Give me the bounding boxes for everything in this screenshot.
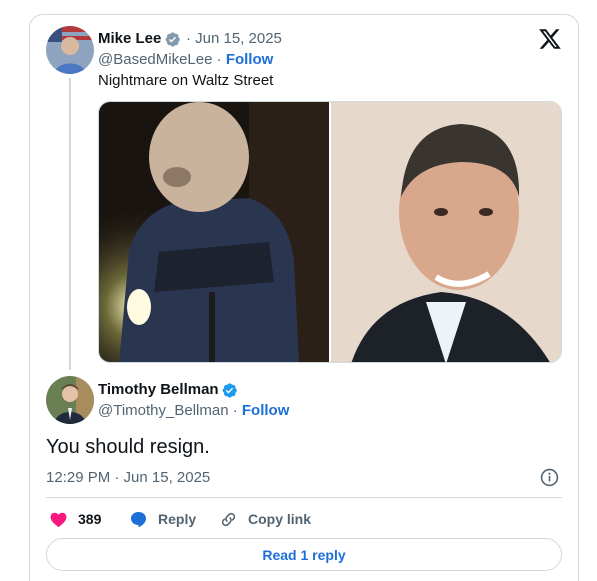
copy-link-label: Copy link (248, 511, 312, 527)
quoted-author-name[interactable]: Mike Lee (98, 30, 161, 47)
reply-follow-button[interactable]: Follow (242, 402, 290, 419)
quoted-separator: · (212, 51, 226, 68)
like-button[interactable]: 389 (49, 509, 101, 529)
avatar-mike-lee[interactable] (46, 26, 94, 74)
thread-connector-line (69, 78, 71, 370)
verified-badge-icon (222, 383, 237, 398)
reply-separator: · (228, 402, 242, 419)
read-replies-button[interactable]: Read 1 reply (46, 538, 562, 571)
x-logo-icon[interactable] (538, 27, 562, 51)
quoted-handle-line: @BasedMikeLee · Follow (98, 51, 273, 68)
reply-handle[interactable]: @Timothy_Bellman (98, 402, 229, 419)
reply-tweet-text: You should resign. (46, 436, 210, 458)
quoted-handle[interactable]: @BasedMikeLee (98, 51, 212, 68)
media-image-left[interactable] (99, 102, 329, 363)
reply-label: Reply (158, 511, 197, 527)
reply-author-name[interactable]: Timothy Bellman (98, 381, 219, 398)
tweet-media-grid[interactable] (98, 101, 562, 363)
reply-button[interactable]: Reply (129, 509, 196, 529)
quoted-date[interactable]: · Jun 15, 2025 (186, 30, 282, 47)
quoted-tweet-text: Nightmare on Waltz Street (98, 72, 274, 89)
verified-badge-icon (165, 32, 180, 47)
like-count: 389 (78, 511, 102, 527)
divider (46, 497, 562, 498)
tweet-timestamp[interactable]: 12:29 PM · Jun 15, 2025 (46, 469, 210, 486)
reply-bubble-icon (130, 511, 147, 527)
heart-icon (50, 512, 67, 527)
media-image-right[interactable] (331, 102, 562, 363)
info-icon[interactable] (540, 468, 559, 487)
link-icon (221, 512, 236, 526)
copy-link-button[interactable]: Copy link (219, 509, 311, 529)
reply-handle-line: @Timothy_Bellman · Follow (98, 402, 289, 419)
avatar-timothy-bellman[interactable] (46, 376, 94, 424)
quoted-follow-button[interactable]: Follow (226, 51, 274, 68)
